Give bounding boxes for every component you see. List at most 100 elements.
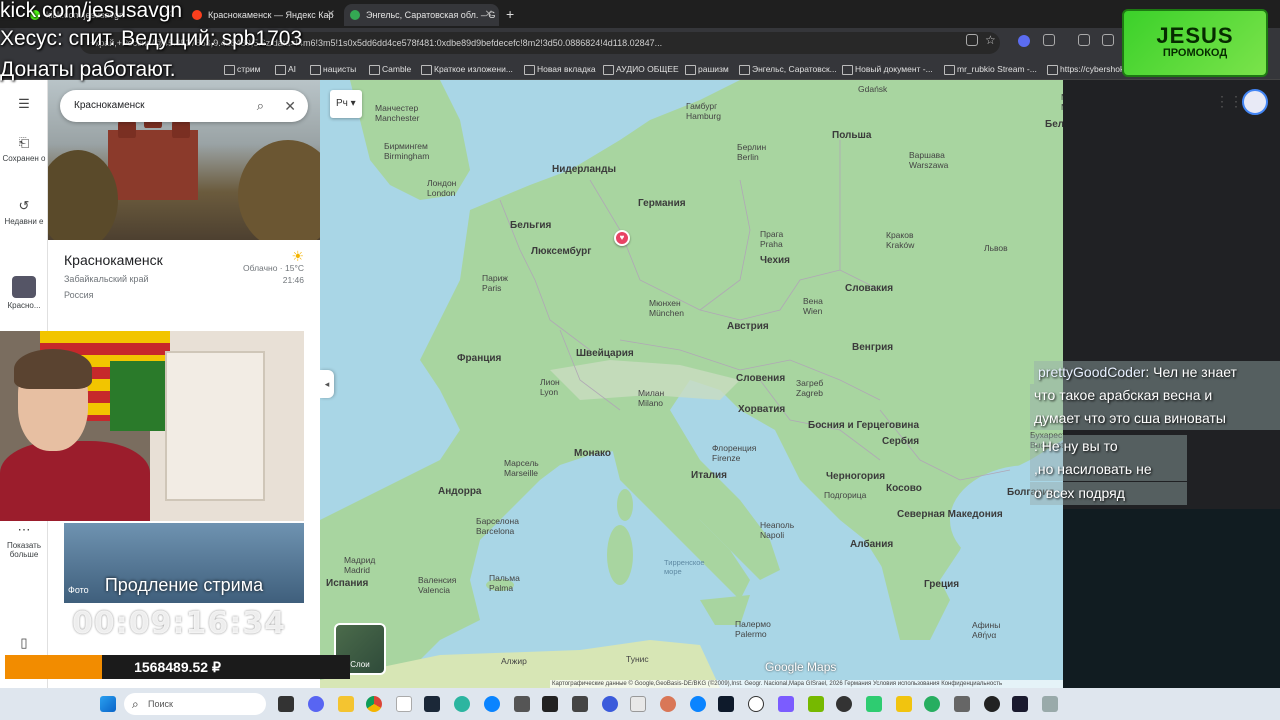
telegram-icon[interactable] xyxy=(484,696,500,712)
globe-icon[interactable] xyxy=(924,696,940,712)
discord-icon[interactable] xyxy=(308,696,324,712)
map-city-label[interactable]: Варшава Warszawa xyxy=(909,150,948,170)
map-country-label[interactable]: Северная Македония xyxy=(897,509,1003,520)
map-city-label[interactable]: Манчестер Manchester xyxy=(375,103,419,123)
menu-button[interactable]: ☰ xyxy=(0,96,48,115)
app-icon[interactable] xyxy=(1042,696,1058,712)
map-city-label[interactable]: Загреб Zagreb xyxy=(796,378,823,398)
search-input[interactable]: Краснокаменск xyxy=(74,100,145,111)
taskbar-search[interactable]: Поиск xyxy=(124,693,266,715)
bookmark-item[interactable]: рашизм xyxy=(685,61,729,77)
app-icon[interactable] xyxy=(514,696,530,712)
app-icon[interactable] xyxy=(778,696,794,712)
app-icon[interactable] xyxy=(954,696,970,712)
chrome-icon[interactable] xyxy=(366,696,382,712)
map-city-label[interactable]: Барселона Barcelona xyxy=(476,516,519,536)
document-icon[interactable] xyxy=(396,696,412,712)
bookmark-item[interactable]: mr_rubkio Stream -... xyxy=(944,61,1037,77)
terminal-icon[interactable] xyxy=(542,696,558,712)
task-view-icon[interactable] xyxy=(278,696,294,712)
map-country-label[interactable]: Италия xyxy=(691,470,727,481)
map-city-label[interactable]: Лондон London xyxy=(427,178,456,198)
map-country-label[interactable]: Бельгия xyxy=(510,220,551,231)
bookmark-item[interactable]: Новая вкладка xyxy=(524,61,596,77)
map-sea-label[interactable]: Тирренское море xyxy=(664,558,705,576)
map-city-label[interactable]: Gdańsk xyxy=(858,84,887,94)
app-icon[interactable] xyxy=(836,696,852,712)
map-city-label[interactable]: Гамбург Hamburg xyxy=(686,101,721,121)
map-city-label[interactable]: Лион Lyon xyxy=(540,377,560,397)
bookmark-item[interactable]: Краткое изложени... xyxy=(421,61,513,77)
map-city-label[interactable]: Минск Minsk xyxy=(1061,92,1063,112)
bookmark-item[interactable]: Энгельс, Саратовск... xyxy=(739,61,837,77)
map-city-label[interactable]: Милан Milano xyxy=(638,388,664,408)
app-icon[interactable] xyxy=(984,696,1000,712)
translate-icon[interactable] xyxy=(1078,34,1090,46)
map-city-label[interactable]: Львов xyxy=(984,243,1008,253)
steam-icon[interactable] xyxy=(424,696,440,712)
app-icon[interactable] xyxy=(718,696,734,712)
map-city-label[interactable]: Краков Kraków xyxy=(886,230,914,250)
rail-recent-place[interactable]: Красно... xyxy=(0,276,48,310)
rail-phone[interactable]: ▯ xyxy=(0,635,48,654)
rail-show-more[interactable]: ⋯ Показать больше xyxy=(0,522,48,559)
maps-search-box[interactable]: Краснокаменск ⌕ ✕ xyxy=(60,90,308,122)
account-avatar[interactable] xyxy=(1242,89,1268,115)
map-city-label[interactable]: Афины Αθήνα xyxy=(972,620,1000,640)
map-city-label[interactable]: Париж Paris xyxy=(482,273,508,293)
map-country-label[interactable]: Босния и Герцеговина xyxy=(808,420,919,431)
extensions-puzzle-icon[interactable] xyxy=(1043,34,1055,46)
map-country-label[interactable]: Польша xyxy=(832,130,871,141)
app-icon[interactable] xyxy=(630,696,646,712)
app-icon[interactable] xyxy=(454,696,470,712)
bookmark-item[interactable]: https://cybershoke xyxy=(1047,61,1129,77)
extension-icon[interactable] xyxy=(1018,35,1030,47)
map-city-label[interactable]: Бирмингем Birmingham xyxy=(384,141,429,161)
app-icon[interactable] xyxy=(572,696,588,712)
map-city-label[interactable]: Палермо Palermo xyxy=(735,619,771,639)
map-city-label[interactable]: Валенсия Valencia xyxy=(418,575,456,595)
close-tab-icon[interactable]: ✕ xyxy=(327,4,335,26)
map-country-label[interactable]: Косово xyxy=(886,483,922,494)
bookmark-item[interactable]: нацисты xyxy=(310,61,356,77)
app-icon[interactable] xyxy=(1012,696,1028,712)
close-icon[interactable]: ✕ xyxy=(284,90,296,122)
map-country-label[interactable]: Сербия xyxy=(882,436,919,447)
map-attribution[interactable]: Картографические данные © Google,GeoBasi… xyxy=(550,680,1063,688)
grid-icon[interactable] xyxy=(1102,34,1114,46)
map-language-button[interactable]: Рч ▾ xyxy=(330,90,362,118)
map-city-label[interactable]: Пальма Palma xyxy=(489,573,520,593)
bookmark-item[interactable]: стрим xyxy=(224,61,260,77)
close-tab-icon[interactable]: ✕ xyxy=(485,4,493,26)
new-tab-button[interactable]: + xyxy=(506,4,514,24)
map-country-label[interactable]: Греция xyxy=(924,579,959,590)
map-country-label[interactable]: Люксембург xyxy=(531,246,591,257)
tab-yandex-maps[interactable]: Краснокаменск — Яндекс Кар ✕ xyxy=(186,4,341,26)
star-bookmark-icon[interactable]: ☆ xyxy=(985,33,996,47)
map-city-label[interactable]: Флоренция Firenze xyxy=(712,443,756,463)
map-country-label[interactable]: Венгрия xyxy=(852,342,893,353)
place-pin-icon[interactable]: ♥ xyxy=(614,230,630,246)
rail-saved[interactable]: ⎗ Сохранен о xyxy=(0,135,48,163)
collapse-panel-button[interactable]: ◂ xyxy=(320,370,334,398)
tab-google-maps[interactable]: Энгельс, Саратовская обл. – G ✕ xyxy=(344,4,499,26)
map-country-label[interactable]: Словакия xyxy=(845,283,893,294)
app-icon[interactable] xyxy=(866,696,882,712)
map-country-label[interactable]: Австрия xyxy=(727,321,769,332)
map-city-label[interactable]: Подгорица xyxy=(824,490,866,500)
map-city-label[interactable]: Марсель Marseille xyxy=(504,458,539,478)
start-icon[interactable] xyxy=(100,696,116,712)
claude-icon[interactable] xyxy=(660,696,676,712)
map-country-label[interactable]: Швейцария xyxy=(576,348,634,359)
map-city-label[interactable]: Мюнхен München xyxy=(649,298,684,318)
map-city-label[interactable]: Мадрид Madrid xyxy=(344,555,375,575)
install-app-icon[interactable] xyxy=(966,34,978,46)
bookmark-item[interactable]: Camble xyxy=(369,61,411,77)
folder-icon[interactable] xyxy=(338,696,354,712)
app-icon[interactable] xyxy=(896,696,912,712)
app-icon[interactable] xyxy=(690,696,706,712)
map-country-label[interactable]: Албания xyxy=(850,539,893,550)
map-country-label[interactable]: Монако xyxy=(574,448,611,459)
map-country-label[interactable]: Испания xyxy=(326,578,368,589)
map-country-label[interactable]: Нидерланды xyxy=(552,164,616,175)
